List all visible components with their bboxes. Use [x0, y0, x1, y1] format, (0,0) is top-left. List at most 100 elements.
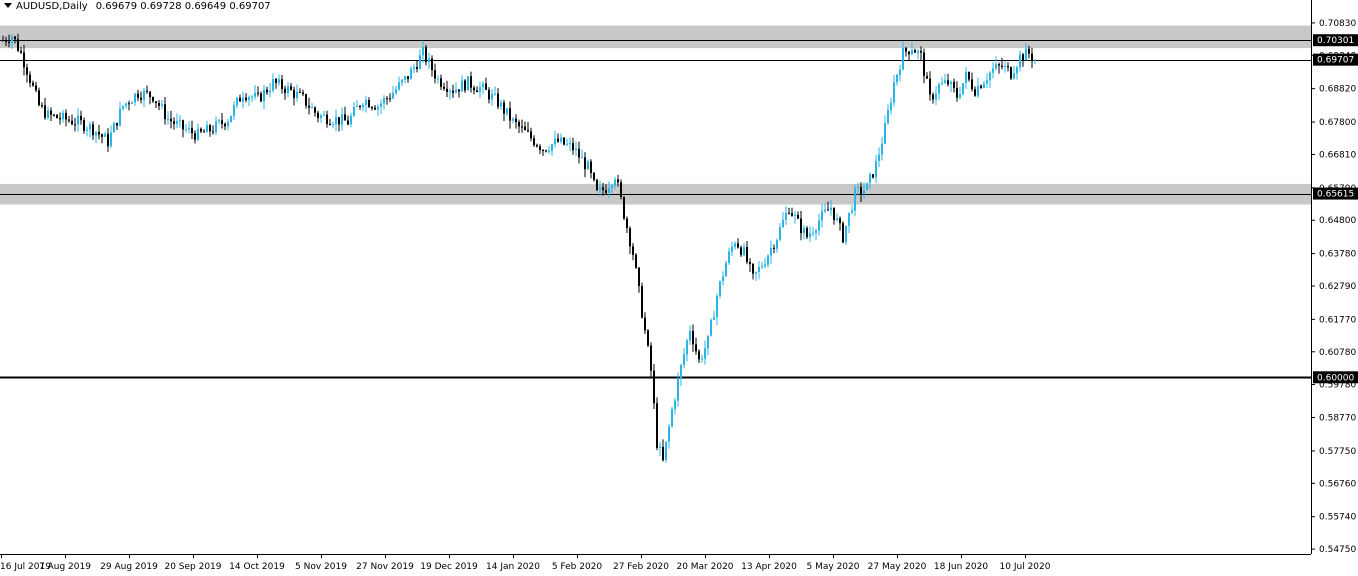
candle-body — [242, 97, 244, 102]
candle-body — [32, 82, 34, 86]
candle-body — [416, 67, 418, 69]
candle-body — [1010, 67, 1012, 79]
candle-body — [284, 88, 286, 93]
x-tick-label: 27 Feb 2020 — [613, 562, 669, 572]
candle-body — [866, 182, 868, 191]
candle-body — [170, 118, 172, 122]
candle-body — [449, 90, 451, 92]
candle-body — [266, 89, 268, 93]
candle-body — [881, 143, 883, 155]
candle-body — [212, 131, 214, 133]
candle-body — [536, 144, 538, 147]
candle-body — [119, 108, 121, 126]
candle-body — [50, 110, 52, 115]
candle-body — [413, 67, 415, 69]
x-tick-label: 10 Jul 2020 — [1000, 562, 1051, 572]
candle-body — [812, 233, 814, 235]
candle-body — [557, 138, 559, 142]
x-tick-label: 14 Jan 2020 — [486, 562, 540, 572]
price-flag-label: 0.69707 — [1317, 56, 1354, 66]
candle-body — [167, 118, 169, 120]
candle-body — [338, 117, 340, 125]
candle-body — [239, 97, 241, 102]
candle-body — [962, 83, 964, 95]
candle-body — [86, 129, 88, 131]
x-tick-label: 27 Nov 2019 — [356, 562, 414, 572]
candle-body — [35, 85, 37, 91]
candle-body — [722, 276, 724, 282]
candle-body — [587, 161, 589, 170]
candle-body — [194, 133, 196, 140]
candle-body — [143, 90, 145, 100]
y-tick-label: 0.61770 — [1319, 315, 1356, 325]
candle-body — [215, 121, 217, 133]
candle-body — [1019, 54, 1021, 68]
candle-body — [326, 114, 328, 125]
x-tick-label: 14 Oct 2019 — [229, 562, 285, 572]
candle-body — [704, 348, 706, 359]
candle-body — [974, 89, 976, 96]
candle-body — [818, 220, 820, 231]
candle-body — [875, 161, 877, 178]
candle-body — [926, 75, 928, 79]
x-tick-label: 19 Dec 2019 — [420, 562, 478, 572]
candle-body — [344, 114, 346, 121]
chart-area[interactable]: 0.708300.698400.688200.678000.668100.657… — [0, 0, 1358, 576]
y-tick-label: 0.67800 — [1319, 118, 1356, 128]
candle-body — [773, 247, 775, 249]
candle-body — [287, 86, 289, 93]
candle-body — [497, 93, 499, 107]
y-tick-label: 0.64800 — [1319, 216, 1356, 226]
candle-body — [971, 79, 973, 90]
candle-body — [494, 93, 496, 95]
candle-body — [917, 51, 919, 53]
candle-body — [101, 134, 103, 137]
candle-body — [857, 187, 859, 189]
x-tick-label: 27 May 2020 — [868, 562, 927, 572]
candle-body — [455, 89, 457, 93]
candle-body — [314, 107, 316, 113]
candle-body — [482, 83, 484, 88]
dropdown-triangle-icon[interactable] — [4, 3, 12, 8]
candle-body — [110, 132, 112, 147]
candle-body — [815, 230, 817, 234]
candle-body — [638, 267, 640, 287]
candle-body — [884, 123, 886, 144]
price-chart[interactable]: 0.708300.698400.688200.678000.668100.657… — [0, 0, 1358, 576]
candle-body — [563, 137, 565, 145]
candle-body — [53, 114, 55, 116]
candle-body — [452, 90, 454, 93]
candle-body — [695, 344, 697, 352]
candle-body — [851, 210, 853, 213]
candle-body — [278, 79, 280, 83]
candle-body — [290, 86, 292, 90]
candle-body — [368, 100, 370, 108]
candle-body — [626, 218, 628, 229]
candle-body — [569, 143, 571, 145]
candle-body — [131, 102, 133, 104]
candle-body — [305, 94, 307, 106]
candle-body — [734, 243, 736, 247]
candle-body — [677, 378, 679, 401]
candle-body — [26, 67, 28, 75]
candle-body — [590, 161, 592, 173]
candle-body — [485, 83, 487, 90]
candle-body — [527, 130, 529, 132]
candle-body — [272, 78, 274, 91]
candle-body — [650, 345, 652, 371]
candle-body — [785, 212, 787, 220]
candle-body — [341, 114, 343, 125]
candle-body — [422, 47, 424, 56]
candle-body — [419, 55, 421, 69]
candle-body — [59, 118, 61, 120]
candle-body — [92, 124, 94, 136]
candle-body — [128, 103, 130, 105]
candle-body — [716, 295, 718, 318]
candle-body — [554, 138, 556, 145]
candle-body — [794, 214, 796, 216]
candle-body — [1001, 65, 1003, 67]
candle-body — [548, 150, 550, 152]
candle-body — [776, 239, 778, 249]
candle-body — [107, 133, 109, 147]
candle-body — [41, 105, 43, 107]
